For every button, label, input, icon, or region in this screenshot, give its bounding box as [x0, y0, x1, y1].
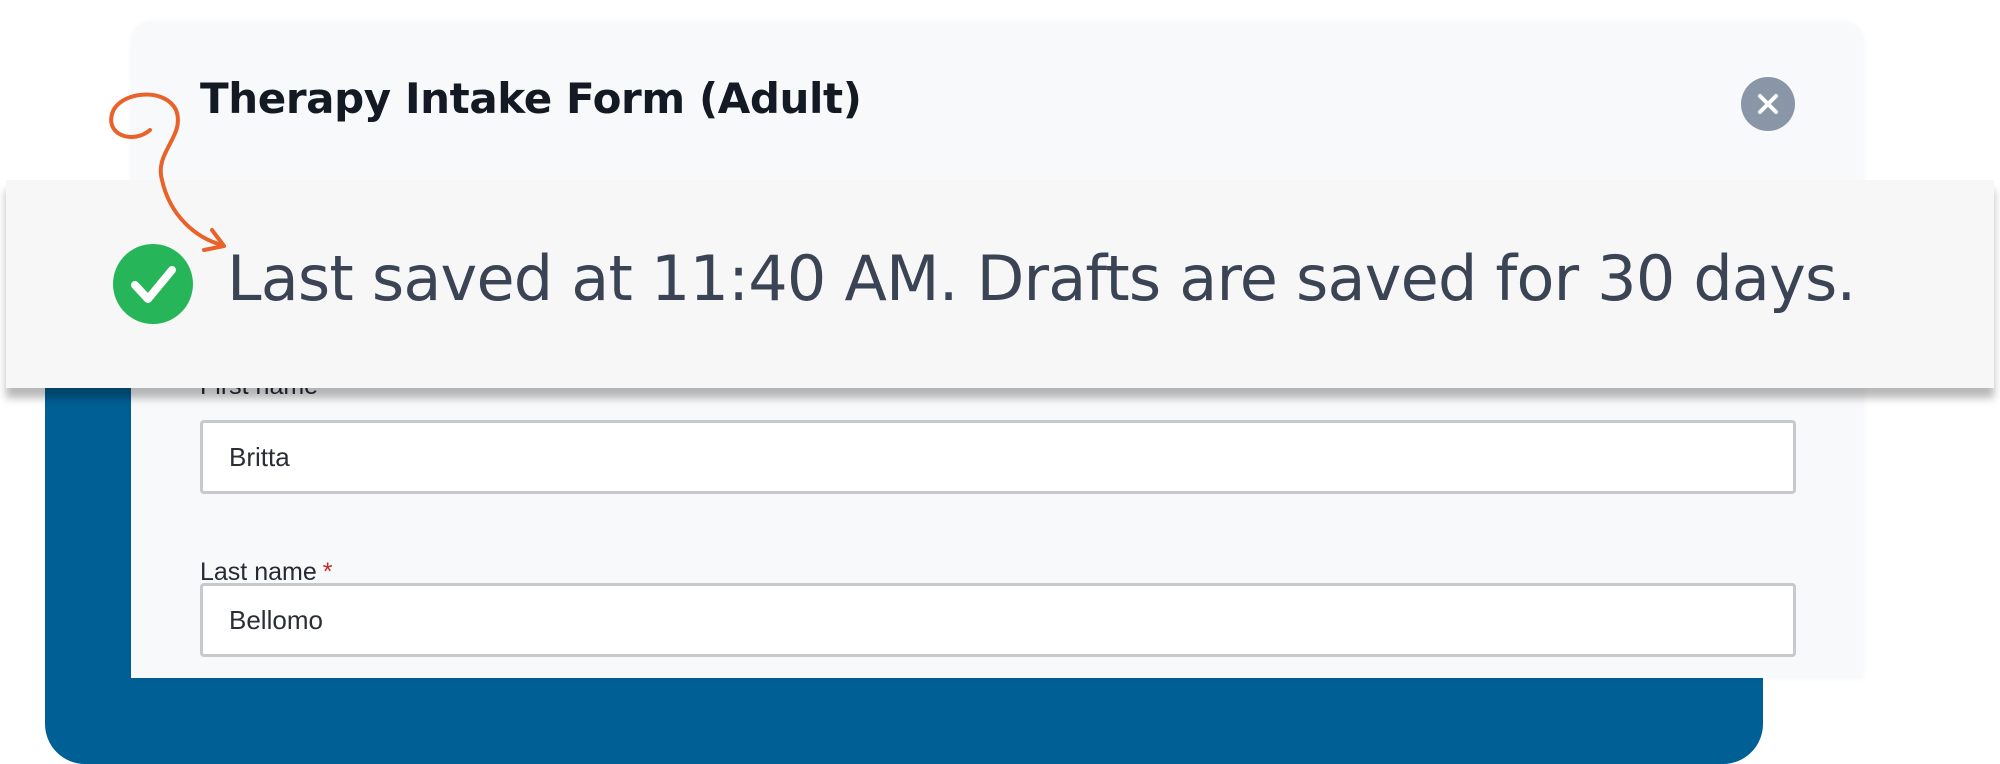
- modal-title: Therapy Intake Form (Adult): [200, 74, 862, 123]
- annotation-arrow-icon: [109, 92, 226, 252]
- close-button[interactable]: [1741, 77, 1795, 131]
- required-marker: *: [322, 558, 333, 586]
- first-name-input[interactable]: [200, 420, 1796, 494]
- close-icon: [1758, 94, 1778, 114]
- screenshot-stage: Therapy Intake Form (Adult) First name L…: [0, 0, 2000, 764]
- autosave-message: Last saved at 11:40 AM. Drafts are saved…: [227, 242, 1856, 315]
- last-name-label-text: Last name: [200, 558, 317, 586]
- last-name-input[interactable]: [200, 583, 1796, 657]
